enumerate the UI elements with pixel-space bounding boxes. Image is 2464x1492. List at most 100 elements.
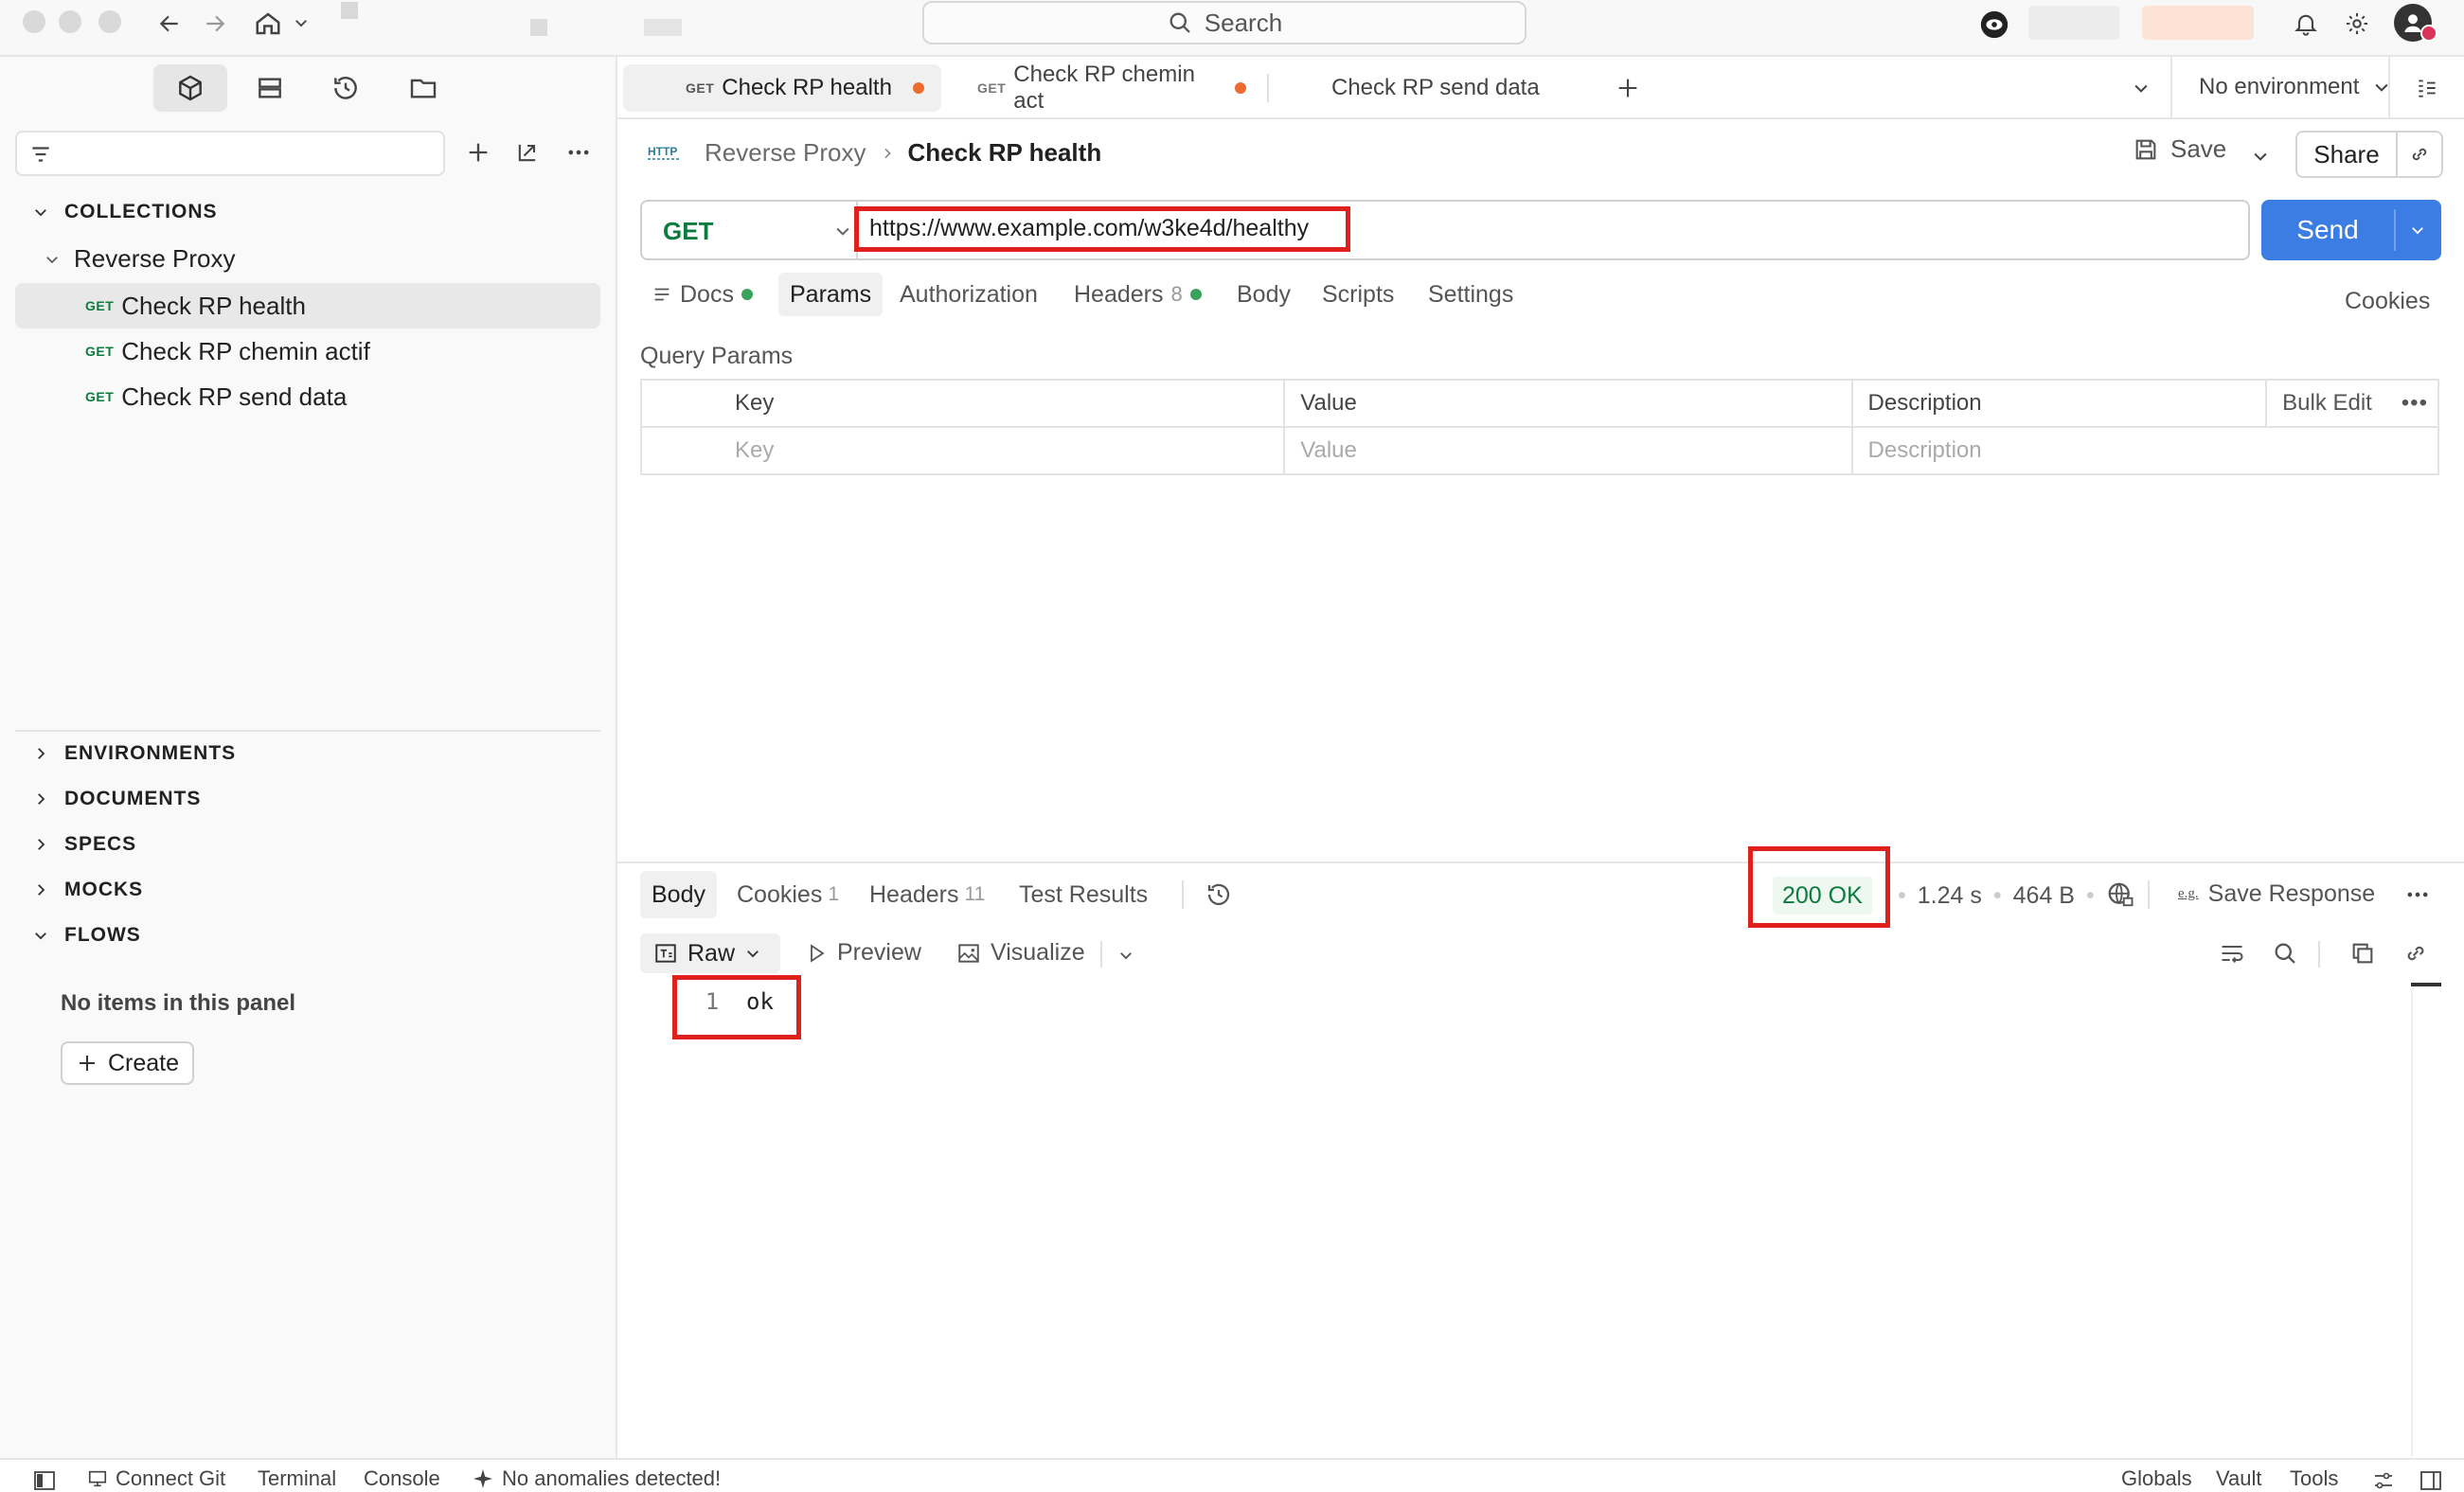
bulk-edit-button[interactable]: Bulk Edit — [2282, 390, 2372, 416]
create-flow-button[interactable]: Create — [61, 1041, 195, 1085]
preview-button[interactable]: Preview — [805, 939, 921, 967]
collections-nav-icon[interactable] — [153, 64, 227, 112]
home-icon[interactable] — [252, 8, 284, 40]
value-input[interactable]: Value — [1283, 426, 1853, 475]
key-input[interactable]: Key — [639, 426, 1286, 475]
tab-docs[interactable]: Docs — [640, 273, 764, 316]
documents-section-header[interactable]: DOCUMENTS — [32, 788, 201, 810]
tab-settings[interactable]: Settings — [1417, 273, 1525, 316]
send-options-chevron-icon[interactable] — [2402, 217, 2434, 243]
sidebar-request-item[interactable]: GET Check RP chemin actif — [15, 329, 600, 374]
sparkle-icon — [472, 1467, 494, 1490]
specs-section-header[interactable]: SPECS — [32, 833, 136, 856]
tab-headers[interactable]: Headers 8 — [1062, 273, 1213, 316]
visualize-button[interactable]: Visualize — [956, 939, 1085, 967]
import-icon[interactable] — [511, 136, 544, 169]
scrollbar-track[interactable] — [2411, 988, 2413, 1456]
response-size[interactable]: 464 B — [2013, 882, 2075, 910]
save-response-button[interactable]: e.g. Save Response — [2178, 880, 2375, 908]
connect-git-button[interactable]: Connect Git — [87, 1466, 225, 1491]
response-time[interactable]: 1.24 s — [1918, 882, 1982, 910]
sidebar-request-item[interactable]: GET Check RP send data — [15, 374, 600, 419]
response-history-icon[interactable] — [1203, 879, 1235, 911]
raw-label: Raw — [687, 939, 736, 967]
search-icon[interactable] — [2269, 937, 2301, 969]
collections-section-header[interactable]: COLLECTIONS — [32, 201, 218, 223]
tab-authorization[interactable]: Authorization — [888, 273, 1049, 316]
terminal-button[interactable]: Terminal — [258, 1466, 336, 1491]
new-tab-plus-icon[interactable] — [1612, 72, 1644, 104]
tabs-dropdown-chevron-icon[interactable] — [2127, 74, 2155, 102]
breadcrumb-current[interactable]: Check RP health — [908, 138, 1102, 168]
send-button[interactable]: Send — [2261, 200, 2441, 260]
save-button[interactable]: Save — [2133, 134, 2226, 164]
raw-format-select[interactable]: Raw — [640, 933, 780, 973]
anomalies-status[interactable]: No anomalies detected! — [472, 1466, 721, 1491]
agent-mode-icon[interactable] — [1977, 8, 2011, 42]
home-menu-chevron-icon[interactable] — [290, 11, 312, 34]
console-button[interactable]: Console — [364, 1466, 440, 1491]
copy-link-icon[interactable] — [2396, 131, 2443, 178]
more-options-icon[interactable]: ••• — [2402, 390, 2428, 417]
workspace-placeholder — [530, 19, 547, 36]
history-nav-icon[interactable] — [309, 64, 383, 112]
tab-scripts[interactable]: Scripts — [1311, 273, 1405, 316]
method-select[interactable]: GET — [663, 215, 852, 247]
send-label: Send — [2296, 215, 2359, 244]
wrap-lines-icon[interactable] — [2216, 937, 2248, 969]
notifications-bell-icon[interactable] — [2290, 8, 2322, 40]
tab-body[interactable]: Body — [1225, 273, 1302, 316]
tab-label: Check RP send data — [1331, 75, 1540, 100]
toggle-sidebar-icon[interactable] — [32, 1469, 57, 1492]
window-zoom-button[interactable] — [98, 10, 121, 33]
window-close-button[interactable] — [23, 10, 45, 33]
new-collection-plus-icon[interactable] — [462, 136, 494, 169]
files-nav-icon[interactable] — [386, 64, 460, 112]
flows-section-header[interactable]: FLOWS — [32, 924, 141, 947]
response-meta: • 1.24 s • 464 B • — [1898, 882, 2095, 910]
sidebar-request-item[interactable]: GET Check RP health — [15, 283, 600, 329]
globals-button[interactable]: Globals — [2121, 1466, 2192, 1491]
copy-icon[interactable] — [2347, 937, 2379, 969]
response-more-icon[interactable] — [2402, 880, 2434, 909]
tools-button[interactable]: Tools — [2290, 1466, 2338, 1491]
network-globe-icon[interactable] — [2104, 879, 2136, 911]
invite-button-placeholder[interactable] — [2028, 6, 2119, 40]
tab-check-rp-send-data[interactable]: Check RP send data — [1314, 64, 1617, 112]
settings-sliders-icon[interactable] — [2371, 1469, 2396, 1492]
breadcrumb-parent[interactable]: Reverse Proxy — [705, 138, 866, 168]
environments-section-header[interactable]: ENVIRONMENTS — [32, 742, 236, 765]
settings-gear-icon[interactable] — [2341, 8, 2373, 40]
response-tab-body[interactable]: Body — [640, 871, 717, 918]
mocks-section-header[interactable]: MOCKS — [32, 879, 143, 901]
environment-quick-look-icon[interactable] — [2411, 72, 2443, 104]
method-badge: GET — [85, 344, 115, 359]
toggle-right-pane-icon[interactable] — [2419, 1469, 2443, 1492]
vault-button[interactable]: Vault — [2216, 1466, 2262, 1491]
environment-selector[interactable]: No environment — [2199, 74, 2391, 100]
upgrade-button-placeholder[interactable] — [2142, 6, 2254, 40]
tab-check-rp-chemin-actif[interactable]: GET Check RP chemin act — [960, 62, 1263, 114]
save-options-chevron-icon[interactable] — [2246, 142, 2275, 170]
sidebar-filter-input[interactable] — [15, 131, 445, 176]
folder-reverse-proxy[interactable]: Reverse Proxy — [44, 244, 236, 274]
back-arrow-icon[interactable] — [155, 9, 184, 38]
window-minimize-button[interactable] — [59, 10, 81, 33]
sidebar-more-icon[interactable] — [562, 136, 595, 169]
global-search-input[interactable]: Search — [922, 1, 1527, 44]
link-icon[interactable] — [2400, 937, 2432, 969]
scroll-indicator[interactable] — [2411, 983, 2441, 986]
console-label: Console — [364, 1466, 440, 1490]
response-tab-cookies[interactable]: Cookies 1 — [725, 871, 850, 918]
response-tab-headers[interactable]: Headers 11 — [858, 871, 996, 918]
tab-params[interactable]: Params — [778, 273, 884, 316]
response-tab-test-results[interactable]: Test Results — [1008, 871, 1159, 918]
tab-check-rp-health[interactable]: GET Check RP health — [623, 64, 941, 112]
visualize-options-chevron-icon[interactable] — [1114, 943, 1138, 968]
description-input[interactable]: Description — [1850, 426, 2440, 475]
forward-arrow-icon[interactable] — [201, 9, 229, 38]
share-button[interactable]: Share — [2295, 131, 2398, 178]
sidebar: COLLECTIONS Reverse Proxy GET Check RP h… — [0, 57, 617, 1458]
environments-nav-icon[interactable] — [233, 64, 307, 112]
cookies-link[interactable]: Cookies — [2345, 288, 2430, 315]
